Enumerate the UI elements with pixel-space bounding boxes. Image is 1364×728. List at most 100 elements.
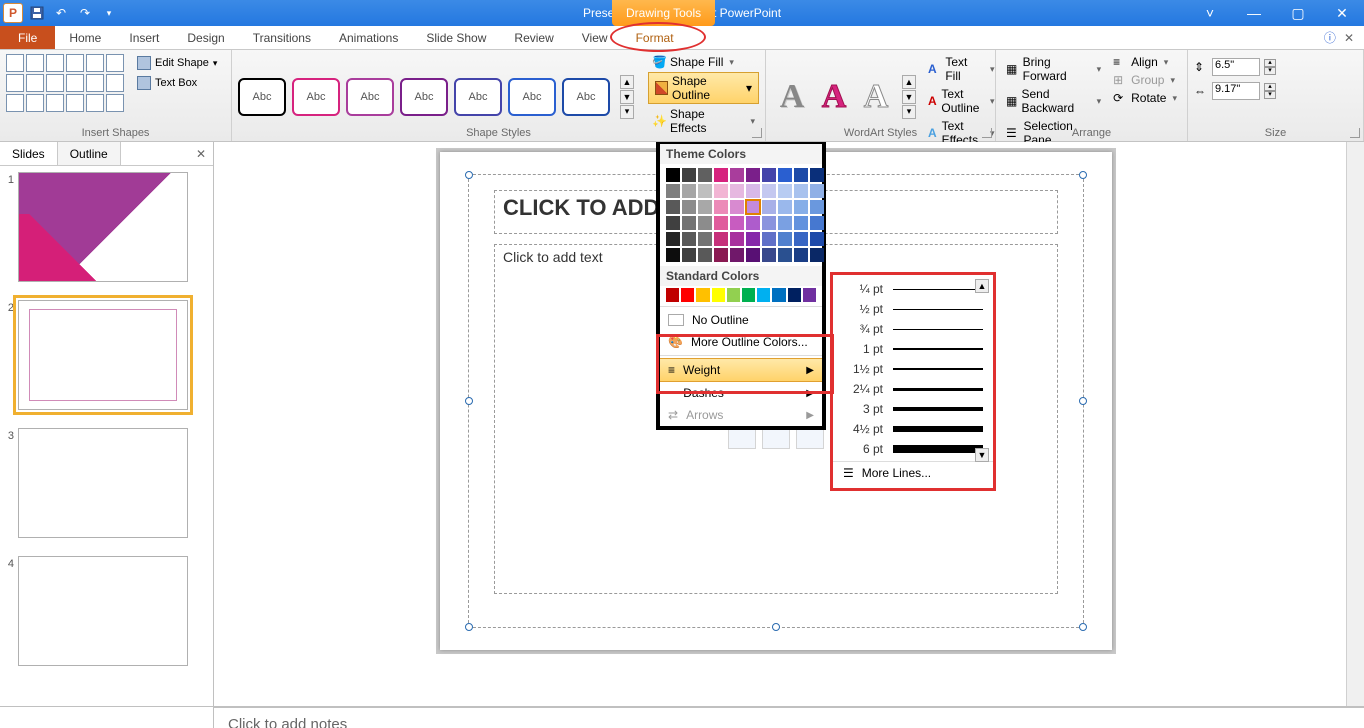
color-swatch[interactable] — [746, 200, 760, 214]
qat-customize-button[interactable]: ▾ — [98, 2, 120, 24]
shape-width-field[interactable]: ⇔ 9.17" ▴▾ — [1194, 82, 1357, 100]
text-fill-button[interactable]: AText Fill▾ — [924, 54, 999, 84]
color-swatch[interactable] — [696, 288, 709, 302]
color-swatch[interactable] — [810, 200, 824, 214]
color-swatch[interactable] — [778, 168, 792, 182]
color-swatch[interactable] — [730, 232, 744, 246]
text-box-button[interactable]: Text Box — [132, 74, 222, 92]
gallery-scroll-down[interactable]: ▼ — [620, 90, 634, 104]
color-swatch[interactable] — [698, 168, 712, 182]
tab-transitions[interactable]: Transitions — [239, 26, 325, 49]
text-outline-button[interactable]: AText Outline▾ — [924, 86, 999, 116]
qat-redo-button[interactable]: ↷ — [74, 2, 96, 24]
standard-color-row[interactable] — [660, 286, 822, 304]
color-swatch[interactable] — [762, 168, 776, 182]
color-swatch[interactable] — [714, 216, 728, 230]
dashes-item[interactable]: ┅Dashes▶ — [660, 382, 822, 404]
color-swatch[interactable] — [698, 200, 712, 214]
color-swatch[interactable] — [727, 288, 740, 302]
shape-outline-button[interactable]: Shape Outline▾ — [648, 72, 759, 104]
gallery-more[interactable]: ▾ — [620, 105, 634, 119]
color-swatch[interactable] — [698, 248, 712, 262]
color-swatch[interactable] — [794, 216, 808, 230]
qat-save-button[interactable] — [26, 2, 48, 24]
color-swatch[interactable] — [682, 168, 696, 182]
color-swatch[interactable] — [666, 288, 679, 302]
color-swatch[interactable] — [712, 288, 725, 302]
group-button[interactable]: ⊞Group▾ — [1109, 72, 1181, 88]
color-swatch[interactable] — [746, 168, 760, 182]
color-swatch[interactable] — [762, 248, 776, 262]
slide-editor[interactable]: CLICK TO ADD TITLE Click to add text The… — [214, 142, 1364, 706]
color-swatch[interactable] — [714, 232, 728, 246]
weight-option[interactable]: 4½ pt — [833, 419, 993, 439]
more-colors-item[interactable]: 🎨More Outline Colors... — [660, 331, 822, 353]
shape-height-field[interactable]: ⇕ 6.5" ▴▾ — [1194, 58, 1357, 76]
wordart-scroll-down[interactable]: ▼ — [902, 90, 916, 104]
send-backward-button[interactable]: ▦Send Backward▾ — [1002, 86, 1105, 116]
color-swatch[interactable] — [681, 288, 694, 302]
outline-tab[interactable]: Outline — [58, 142, 121, 165]
wordart-thumb-3[interactable]: A — [856, 76, 896, 118]
weight-scroll-down[interactable]: ▼ — [975, 448, 989, 462]
color-swatch[interactable] — [730, 184, 744, 198]
color-swatch[interactable] — [794, 248, 808, 262]
color-swatch[interactable] — [778, 248, 792, 262]
window-close-button[interactable]: ✕ — [1320, 0, 1364, 26]
color-swatch[interactable] — [682, 200, 696, 214]
bring-forward-button[interactable]: ▦Bring Forward▾ — [1002, 54, 1105, 84]
gallery-scroll-up[interactable]: ▲ — [620, 75, 634, 89]
weight-option[interactable]: ¼ pt — [833, 279, 993, 299]
color-swatch[interactable] — [666, 200, 680, 214]
weight-option[interactable]: ½ pt — [833, 299, 993, 319]
color-swatch[interactable] — [762, 200, 776, 214]
wordart-more[interactable]: ▾ — [902, 105, 916, 119]
color-swatch[interactable] — [778, 200, 792, 214]
tab-insert[interactable]: Insert — [115, 26, 173, 49]
shape-fill-button[interactable]: 🪣Shape Fill▾ — [648, 54, 759, 70]
color-swatch[interactable] — [810, 184, 824, 198]
weight-option[interactable]: 1 pt — [833, 339, 993, 359]
color-swatch[interactable] — [746, 248, 760, 262]
notes-pane[interactable]: Click to add notes — [214, 707, 1364, 728]
weight-option[interactable]: 3 pt — [833, 399, 993, 419]
color-swatch[interactable] — [778, 216, 792, 230]
color-swatch[interactable] — [803, 288, 816, 302]
color-swatch[interactable] — [762, 232, 776, 246]
color-swatch[interactable] — [682, 232, 696, 246]
color-swatch[interactable] — [666, 216, 680, 230]
color-swatch[interactable] — [810, 232, 824, 246]
color-swatch[interactable] — [794, 184, 808, 198]
color-swatch[interactable] — [730, 216, 744, 230]
more-lines-item[interactable]: ☰More Lines... — [833, 461, 993, 484]
tab-animations[interactable]: Animations — [325, 26, 412, 49]
color-swatch[interactable] — [757, 288, 770, 302]
rotate-button[interactable]: ⟳Rotate▾ — [1109, 90, 1181, 106]
panel-close-button[interactable]: ✕ — [189, 142, 213, 165]
slide-thumb-4[interactable] — [18, 556, 188, 666]
color-swatch[interactable] — [698, 232, 712, 246]
tab-design[interactable]: Design — [173, 26, 238, 49]
color-swatch[interactable] — [794, 200, 808, 214]
slides-tab[interactable]: Slides — [0, 142, 58, 165]
width-spin-up[interactable]: ▴ — [1264, 83, 1276, 91]
color-swatch[interactable] — [746, 184, 760, 198]
color-swatch[interactable] — [778, 232, 792, 246]
slide-thumb-2[interactable] — [18, 300, 188, 410]
theme-color-grid[interactable] — [660, 164, 822, 266]
color-swatch[interactable] — [682, 248, 696, 262]
wordart-thumb-2[interactable]: A — [814, 76, 854, 118]
window-minimize-button[interactable]: — — [1232, 0, 1276, 26]
wordart-scroll-up[interactable]: ▲ — [902, 75, 916, 89]
vertical-scrollbar[interactable] — [1346, 142, 1364, 706]
height-spin-up[interactable]: ▴ — [1264, 59, 1276, 67]
color-swatch[interactable] — [788, 288, 801, 302]
height-spin-down[interactable]: ▾ — [1264, 67, 1276, 75]
color-swatch[interactable] — [810, 216, 824, 230]
color-swatch[interactable] — [666, 232, 680, 246]
color-swatch[interactable] — [714, 184, 728, 198]
color-swatch[interactable] — [810, 248, 824, 262]
slide-thumb-3[interactable] — [18, 428, 188, 538]
color-swatch[interactable] — [746, 216, 760, 230]
color-swatch[interactable] — [714, 168, 728, 182]
